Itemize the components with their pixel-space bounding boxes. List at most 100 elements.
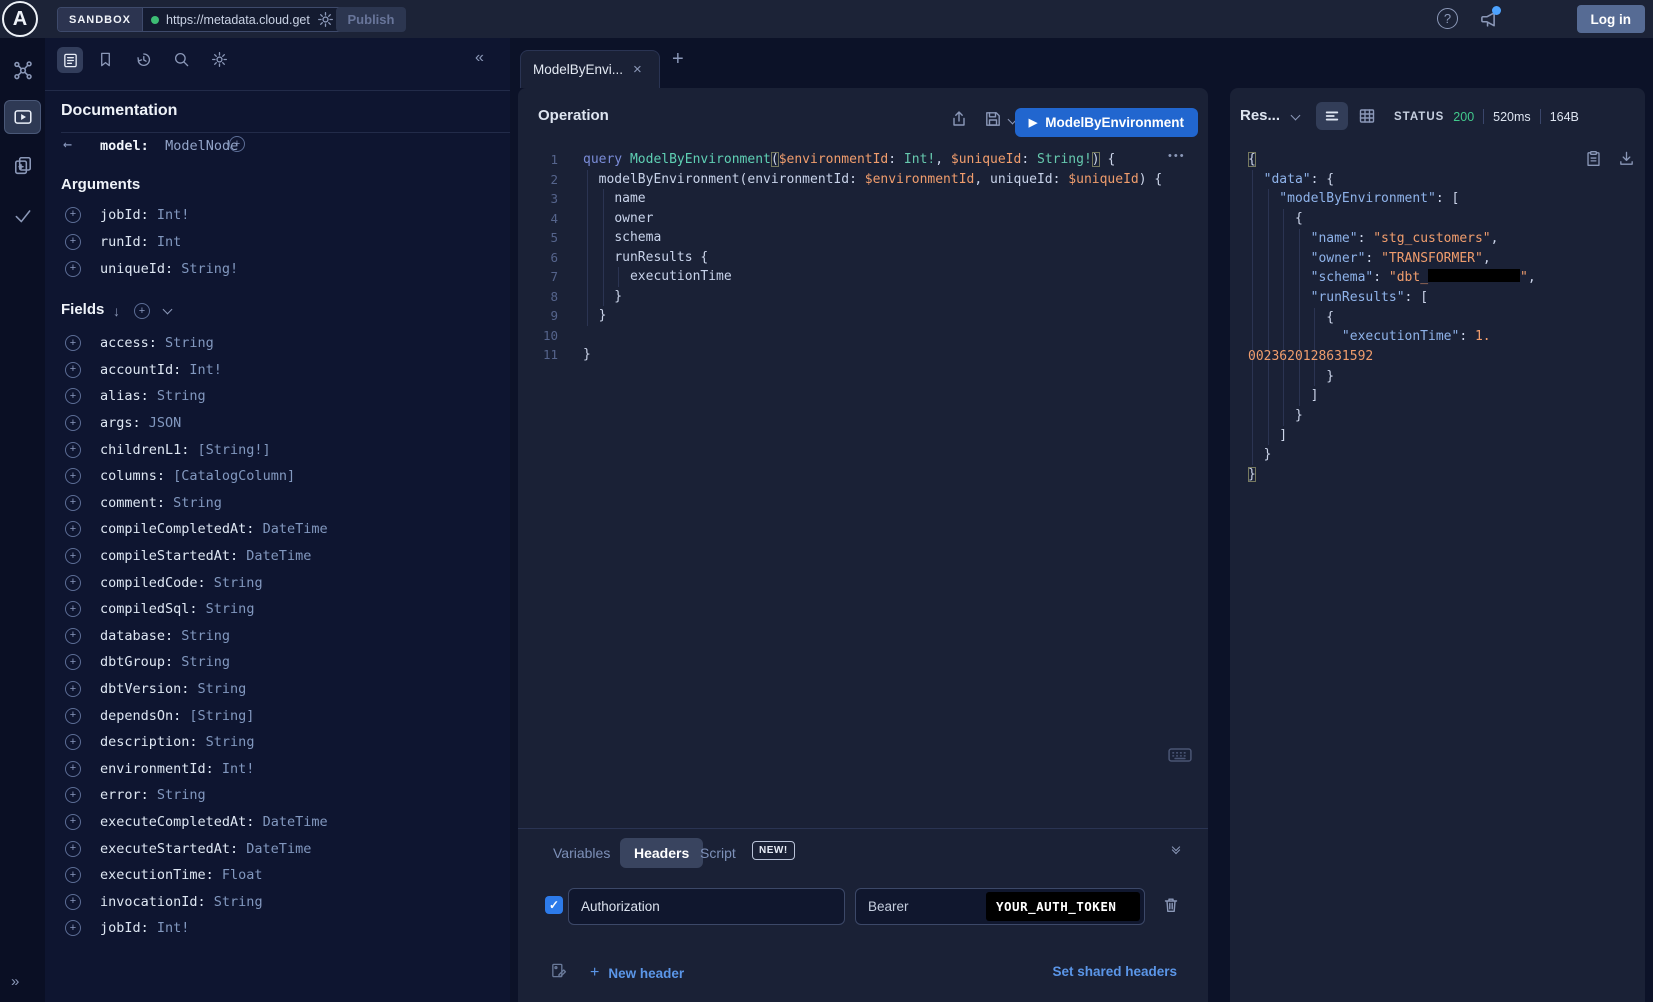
add-all-fields-icon[interactable]: +: [134, 303, 150, 319]
field-type[interactable]: String: [149, 787, 206, 803]
field-name[interactable]: invocationId:: [100, 894, 206, 910]
close-tab-icon[interactable]: ×: [633, 61, 642, 78]
add-field-icon[interactable]: +: [65, 335, 81, 351]
graph-schema-icon[interactable]: [13, 60, 33, 80]
add-field-icon[interactable]: +: [65, 601, 81, 617]
add-field-icon[interactable]: +: [65, 708, 81, 724]
field-name[interactable]: childrenL1:: [100, 442, 189, 458]
history-icon[interactable]: [135, 51, 152, 68]
settings-gear-icon[interactable]: [211, 51, 228, 68]
table-view-icon[interactable]: [1358, 107, 1376, 125]
field-name[interactable]: executionTime:: [100, 867, 214, 883]
field-name[interactable]: compileStartedAt:: [100, 548, 238, 564]
add-field-icon[interactable]: +: [65, 495, 81, 511]
field-name[interactable]: args:: [100, 415, 141, 431]
publish-button[interactable]: Publish: [336, 7, 406, 32]
share-operation-icon[interactable]: [950, 110, 968, 128]
search-icon[interactable]: [173, 51, 190, 68]
endpoint-url-field[interactable]: https://metadata.cloud.get: [143, 8, 342, 31]
field-type[interactable]: JSON: [141, 415, 182, 431]
graphql-editor[interactable]: 1query ModelByEnvironment($environmentId…: [518, 150, 1208, 365]
field-name[interactable]: description:: [100, 734, 198, 750]
add-field-icon[interactable]: +: [65, 548, 81, 564]
tab-script[interactable]: Script: [700, 845, 736, 861]
field-name[interactable]: uniqueId:: [100, 261, 173, 277]
field-type[interactable]: String: [189, 681, 246, 697]
field-type[interactable]: Float: [214, 867, 263, 883]
response-json-viewer[interactable]: { "data": { "modelByEnvironment": [ { "n…: [1248, 150, 1639, 485]
field-name[interactable]: dbtVersion:: [100, 681, 189, 697]
add-field-icon[interactable]: +: [65, 867, 81, 883]
add-field-icon[interactable]: +: [65, 234, 81, 250]
field-name[interactable]: alias:: [100, 388, 149, 404]
field-name[interactable]: compiledCode:: [100, 575, 206, 591]
field-name[interactable]: runId:: [100, 234, 149, 250]
field-name[interactable]: dbtGroup:: [100, 654, 173, 670]
add-model-icon[interactable]: +: [229, 136, 245, 152]
field-name[interactable]: environmentId:: [100, 761, 214, 777]
field-name[interactable]: compileCompletedAt:: [100, 521, 254, 537]
add-field-icon[interactable]: +: [65, 388, 81, 404]
back-arrow-icon[interactable]: ←: [63, 135, 72, 153]
field-type[interactable]: DateTime: [254, 521, 327, 537]
add-field-icon[interactable]: +: [65, 521, 81, 537]
help-icon[interactable]: ?: [1437, 8, 1458, 29]
field-name[interactable]: error:: [100, 787, 149, 803]
field-type[interactable]: String: [157, 335, 214, 351]
breadcrumb-type[interactable]: ModelNode: [157, 138, 238, 154]
add-field-icon[interactable]: +: [65, 920, 81, 936]
operation-tab[interactable]: ModelByEnvi... ×: [520, 50, 660, 88]
new-header-button[interactable]: + New header: [590, 964, 684, 982]
field-name[interactable]: access:: [100, 335, 157, 351]
collapse-bottom-panel-icon[interactable]: [1173, 844, 1179, 853]
login-button[interactable]: Log in: [1577, 5, 1646, 33]
add-field-icon[interactable]: +: [65, 207, 81, 223]
expand-rail-icon[interactable]: »: [11, 973, 17, 990]
field-type[interactable]: String: [173, 654, 230, 670]
bookmark-icon[interactable]: [97, 51, 114, 68]
save-operation-icon[interactable]: [984, 110, 1002, 128]
field-type[interactable]: [String]: [181, 708, 254, 724]
field-name[interactable]: dependsOn:: [100, 708, 181, 724]
chevron-down-icon[interactable]: [163, 305, 173, 315]
add-field-icon[interactable]: +: [65, 841, 81, 857]
edit-raw-headers-icon[interactable]: [550, 962, 567, 979]
add-field-icon[interactable]: +: [65, 261, 81, 277]
add-field-icon[interactable]: +: [65, 894, 81, 910]
changelog-docs-icon[interactable]: [13, 155, 33, 175]
header-enabled-checkbox[interactable]: ✓: [545, 896, 563, 914]
field-name[interactable]: jobId:: [100, 920, 149, 936]
endpoint-settings-gear-icon[interactable]: [317, 11, 334, 28]
field-type[interactable]: String: [198, 734, 255, 750]
field-type[interactable]: DateTime: [238, 841, 311, 857]
field-type[interactable]: Int!: [214, 761, 255, 777]
field-type[interactable]: String!: [173, 261, 238, 277]
add-field-icon[interactable]: +: [65, 814, 81, 830]
header-name-input[interactable]: Authorization: [568, 888, 845, 925]
field-type[interactable]: Int!: [181, 362, 222, 378]
field-name[interactable]: accountId:: [100, 362, 181, 378]
field-name[interactable]: compiledSql:: [100, 601, 198, 617]
collapse-panel-icon[interactable]: «: [475, 49, 484, 67]
field-type[interactable]: String: [165, 495, 222, 511]
endpoint-url[interactable]: https://metadata.cloud.get: [166, 13, 310, 27]
field-type[interactable]: [CatalogColumn]: [165, 468, 295, 484]
add-field-icon[interactable]: +: [65, 362, 81, 378]
field-type[interactable]: DateTime: [238, 548, 311, 564]
new-tab-icon[interactable]: +: [672, 48, 684, 71]
field-type[interactable]: String: [198, 601, 255, 617]
field-name[interactable]: executeCompletedAt:: [100, 814, 254, 830]
docs-tab-documentation[interactable]: [57, 47, 83, 73]
add-field-icon[interactable]: +: [65, 787, 81, 803]
auth-token-value[interactable]: YOUR_AUTH_TOKEN: [986, 892, 1140, 921]
field-type[interactable]: Int!: [149, 920, 190, 936]
add-field-icon[interactable]: +: [65, 468, 81, 484]
field-type[interactable]: [String!]: [189, 442, 270, 458]
add-field-icon[interactable]: +: [65, 734, 81, 750]
field-type[interactable]: String: [149, 388, 206, 404]
add-field-icon[interactable]: +: [65, 681, 81, 697]
field-type[interactable]: String: [206, 575, 263, 591]
field-name[interactable]: comment:: [100, 495, 165, 511]
explorer-nav-item[interactable]: [4, 100, 41, 134]
field-type[interactable]: DateTime: [254, 814, 327, 830]
